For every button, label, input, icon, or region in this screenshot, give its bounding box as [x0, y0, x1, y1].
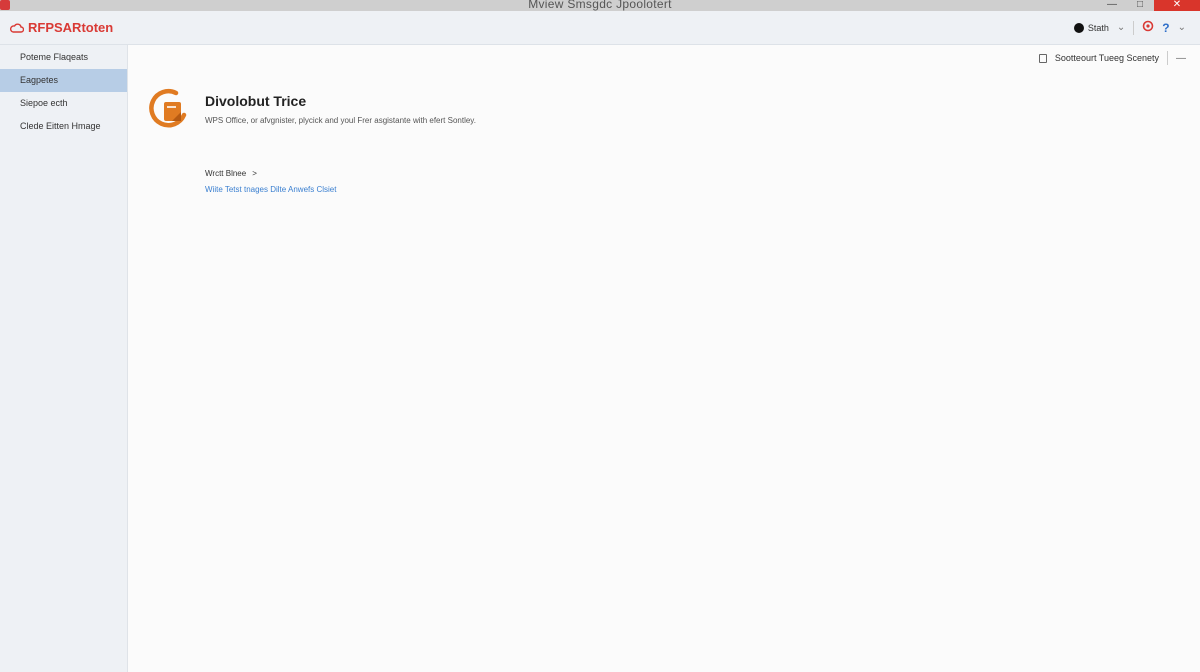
close-button[interactable]: ✕ — [1154, 0, 1200, 11]
maximize-button[interactable]: □ — [1126, 0, 1154, 11]
window-titlebar: Mview Smsgdc Jpoolotert — □ ✕ — [0, 0, 1200, 11]
alert-icon[interactable] — [1142, 20, 1154, 35]
lock-icon — [1038, 53, 1047, 63]
minimize-button[interactable]: — — [1098, 0, 1126, 11]
main-toolbar: Sootteourt Tueeg Scenety — — [1038, 51, 1186, 65]
sidebar-item-2[interactable]: Eagpetes — [0, 69, 127, 92]
blue-link[interactable]: Wiite Tetst tnages Dilte Anwefs Clsiet — [205, 185, 336, 194]
chevron-down-icon[interactable]: ⌄ — [1178, 22, 1186, 33]
window-title: Mview Smsgdc Jpoolotert — [528, 0, 672, 11]
page-title: Divolobut Trice — [205, 93, 307, 109]
sidebar-item-3[interactable]: Siepoe ecth — [0, 92, 127, 115]
user-menu[interactable]: Stath — [1073, 22, 1109, 33]
office-icon — [146, 85, 190, 129]
brand-name: RFPSARtoten — [28, 20, 114, 35]
main-content: Sootteourt Tueeg Scenety — Divolobut Tri… — [129, 45, 1200, 672]
window-controls: — □ ✕ — [1098, 0, 1200, 11]
user-label: Stath — [1087, 22, 1109, 33]
brand[interactable]: RFPSARtoten — [10, 20, 113, 35]
watch-label: Wrctt Blnee — [205, 169, 247, 178]
app-header: RFPSARtoten Stath ⌄ ? ⌄ — [0, 11, 1200, 45]
sidebar-item-1[interactable]: Poteme Flaqeats — [0, 46, 127, 69]
chevron-right-icon: > — [252, 169, 257, 178]
divider — [1133, 20, 1135, 35]
header-actions: Stath ⌄ ? ⌄ — [1073, 20, 1186, 35]
page-description: WPS Office, or afvgnister, plycick and y… — [205, 116, 476, 125]
watch-link[interactable]: Wrctt Blnee > — [205, 169, 257, 178]
chevron-down-icon[interactable]: ⌄ — [1117, 22, 1125, 33]
menu-icon[interactable]: — — [1176, 53, 1186, 64]
sidebar-item-4[interactable]: Clede Eitten Hmage — [0, 115, 127, 138]
user-dot-icon — [1073, 22, 1084, 33]
cloud-icon — [10, 22, 24, 34]
help-icon[interactable]: ? — [1162, 21, 1169, 35]
toolbar-label[interactable]: Sootteourt Tueeg Scenety — [1055, 53, 1159, 63]
divider — [1167, 51, 1168, 65]
sidebar: Poteme Flaqeats Eagpetes Siepoe ecth Cle… — [0, 45, 128, 672]
